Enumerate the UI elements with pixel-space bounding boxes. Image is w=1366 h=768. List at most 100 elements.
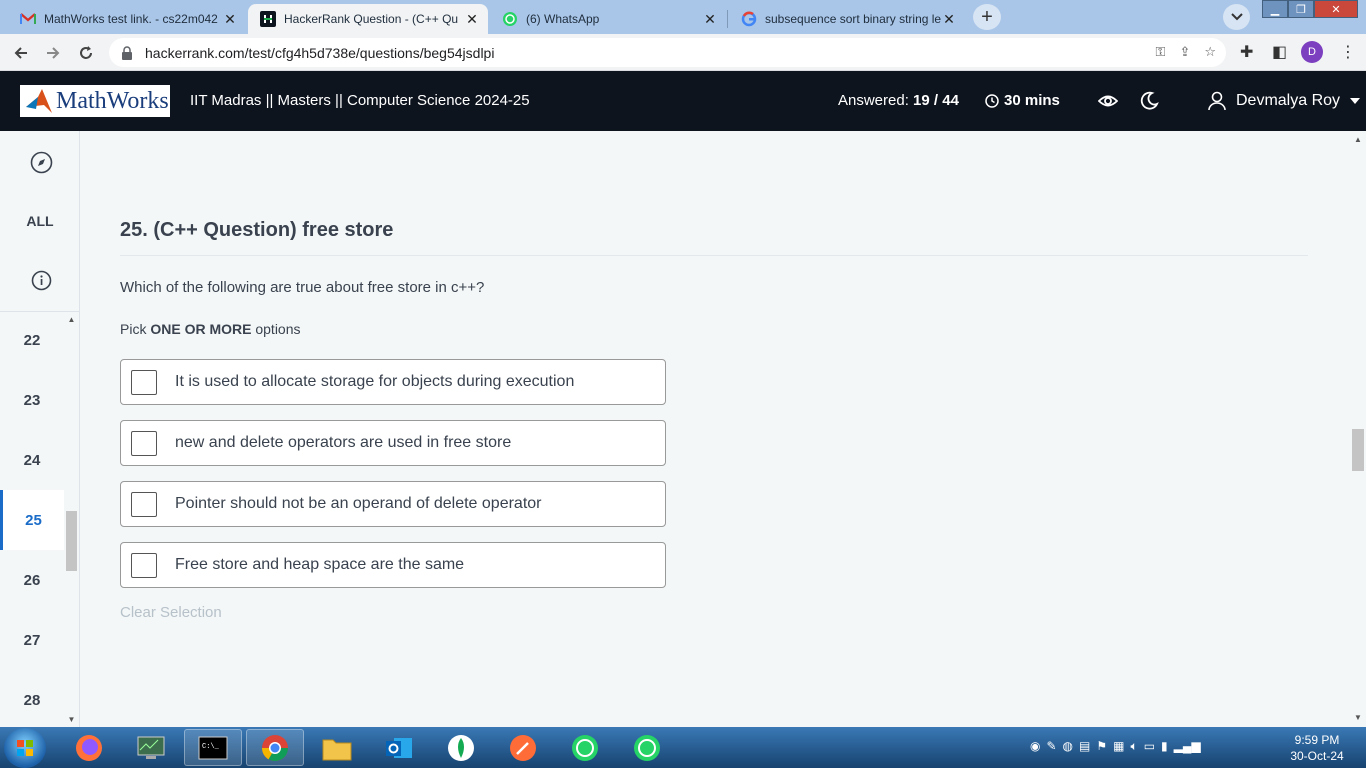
info-icon[interactable]: [31, 270, 52, 291]
gmail-icon: [20, 11, 36, 27]
title-divider: [120, 255, 1308, 256]
scroll-up-icon[interactable]: ▲: [66, 315, 77, 324]
question-nav-item[interactable]: 28: [0, 670, 64, 727]
clear-selection-link[interactable]: Clear Selection: [120, 604, 222, 621]
scroll-down-icon[interactable]: ▼: [1352, 713, 1364, 722]
minimize-button[interactable]: ▁: [1262, 0, 1288, 18]
scroll-thumb[interactable]: [66, 511, 77, 571]
question-nav-item-current[interactable]: 25: [0, 490, 64, 550]
question-nav-item[interactable]: 22: [0, 311, 64, 370]
whatsapp-taskbar-button[interactable]: [618, 729, 676, 766]
question-nav-item[interactable]: 24: [0, 430, 64, 490]
postman-taskbar-button[interactable]: [494, 729, 552, 766]
answered-count: Answered: 19 / 44: [838, 92, 959, 109]
reload-button[interactable]: [73, 40, 99, 66]
sidebar-scrollbar[interactable]: ▲ ▼: [64, 311, 80, 727]
chrome-icon: [261, 734, 289, 761]
moon-icon[interactable]: [1139, 91, 1159, 111]
star-icon[interactable]: ☆: [1204, 44, 1216, 60]
forward-button[interactable]: [40, 40, 66, 66]
close-icon[interactable]: ✕: [222, 11, 238, 27]
speaker-icon[interactable]: 🔈︎: [1130, 739, 1137, 754]
new-tab-button[interactable]: +: [973, 4, 1001, 30]
tool-tray-icon[interactable]: ✎: [1046, 739, 1056, 754]
question-sidebar: ALL 22 23 24 25 26 27 28 ▲ ▼: [0, 131, 80, 727]
menu-dots-icon[interactable]: ⋮: [1340, 42, 1356, 62]
option-checkbox[interactable]: [131, 369, 157, 395]
start-button[interactable]: [4, 728, 46, 768]
terminal-icon: C:\_: [198, 736, 228, 759]
option-checkbox[interactable]: [131, 491, 157, 517]
monitor-icon: [137, 736, 165, 759]
chrome-taskbar-button[interactable]: [246, 729, 304, 766]
answer-option[interactable]: Pointer should not be an operand of dele…: [120, 481, 666, 527]
profile-avatar[interactable]: D: [1301, 41, 1323, 63]
eye-icon[interactable]: [1098, 91, 1118, 111]
tab-divider: [727, 10, 728, 28]
signal-icon[interactable]: ▂▄▆: [1174, 739, 1201, 754]
scroll-thumb[interactable]: [1352, 429, 1364, 471]
windows-taskbar: C:\_ ◉ ✎ ◍ ▤ ⚑ ▦ 🔈︎ ▭ ▮ ▂▄▆ 9:59 PM 30-O…: [0, 727, 1366, 768]
close-icon[interactable]: ✕: [941, 11, 957, 27]
answer-option[interactable]: new and delete operators are used in fre…: [120, 420, 666, 466]
mongodb-taskbar-button[interactable]: [432, 729, 490, 766]
display-tray-icon[interactable]: ▦: [1113, 739, 1124, 754]
close-window-button[interactable]: ✕: [1314, 0, 1358, 18]
tab-mathworks[interactable]: MathWorks test link. - cs22m042 ✕: [8, 4, 246, 34]
scroll-up-icon[interactable]: ▲: [1352, 135, 1364, 144]
svg-text:C:\_: C:\_: [202, 743, 220, 751]
share-icon[interactable]: ⇪: [1179, 44, 1190, 60]
reload-icon: [80, 46, 92, 59]
option-checkbox[interactable]: [131, 430, 157, 456]
clock-time: 9:59 PM: [1294, 733, 1340, 747]
question-nav-item[interactable]: 23: [0, 370, 64, 430]
tab-hackerrank[interactable]: HackerRank Question - (C++ Qu ✕: [248, 4, 488, 34]
all-questions-link[interactable]: ALL: [0, 213, 80, 229]
arrow-right-icon: [47, 47, 60, 59]
tab-google-search[interactable]: subsequence sort binary string le ✕: [729, 4, 965, 34]
cmd-taskbar-button[interactable]: C:\_: [184, 729, 242, 766]
tab-title: MathWorks test link. - cs22m042: [44, 12, 218, 26]
task-manager-taskbar-button[interactable]: [122, 729, 180, 766]
option-label: Pointer should not be an operand of dele…: [175, 495, 542, 512]
question-number-list: 22 23 24 25 26 27 28: [0, 311, 64, 727]
power-tray-icon[interactable]: ▮: [1161, 739, 1168, 754]
key-icon[interactable]: ⚿: [1156, 44, 1166, 60]
close-icon[interactable]: ✕: [702, 11, 718, 27]
close-icon[interactable]: ✕: [464, 11, 480, 27]
flag-tray-icon[interactable]: ⚑: [1096, 739, 1107, 754]
option-label: It is used to allocate storage for objec…: [175, 373, 575, 390]
side-panel-icon[interactable]: ◧: [1272, 42, 1287, 62]
disc-tray-icon[interactable]: ◍: [1063, 739, 1073, 754]
extensions-icon[interactable]: ✚: [1240, 42, 1253, 62]
test-title: IIT Madras || Masters || Computer Scienc…: [190, 92, 530, 109]
address-bar[interactable]: hackerrank.com/test/cfg4h5d738e/question…: [109, 38, 1226, 67]
answer-option[interactable]: It is used to allocate storage for objec…: [120, 359, 666, 405]
browser-toolbar: hackerrank.com/test/cfg4h5d738e/question…: [0, 34, 1366, 71]
network-tray-icon[interactable]: ▭: [1144, 739, 1155, 754]
compass-icon[interactable]: [30, 151, 53, 174]
page-scrollbar[interactable]: ▲ ▼: [1350, 131, 1366, 727]
device-tray-icon[interactable]: ▤: [1079, 739, 1090, 754]
scroll-down-icon[interactable]: ▼: [66, 715, 77, 724]
outlook-taskbar-button[interactable]: [370, 729, 428, 766]
whatsapp-icon: [502, 11, 518, 27]
user-menu[interactable]: Devmalya Roy: [1208, 91, 1361, 111]
whatsapp-taskbar-button[interactable]: [556, 729, 614, 766]
firefox-taskbar-button[interactable]: [60, 729, 118, 766]
answer-option[interactable]: Free store and heap space are the same: [120, 542, 666, 588]
option-checkbox[interactable]: [131, 552, 157, 578]
maximize-button[interactable]: ❐: [1288, 0, 1314, 18]
back-button[interactable]: [8, 40, 34, 66]
question-nav-item[interactable]: 26: [0, 550, 64, 610]
file-explorer-taskbar-button[interactable]: [308, 729, 366, 766]
hackerrank-icon: [260, 11, 276, 27]
pick-prefix: Pick: [120, 321, 147, 337]
tab-title: subsequence sort binary string le: [765, 12, 941, 26]
question-nav-item[interactable]: 27: [0, 610, 64, 670]
taskbar-clock[interactable]: 9:59 PM 30-Oct-24: [1282, 732, 1352, 764]
tab-search-button[interactable]: [1223, 4, 1250, 30]
chrome-tray-icon[interactable]: ◉: [1030, 739, 1040, 754]
tab-whatsapp[interactable]: (6) WhatsApp ✕: [490, 4, 726, 34]
outlook-icon: [386, 737, 412, 758]
